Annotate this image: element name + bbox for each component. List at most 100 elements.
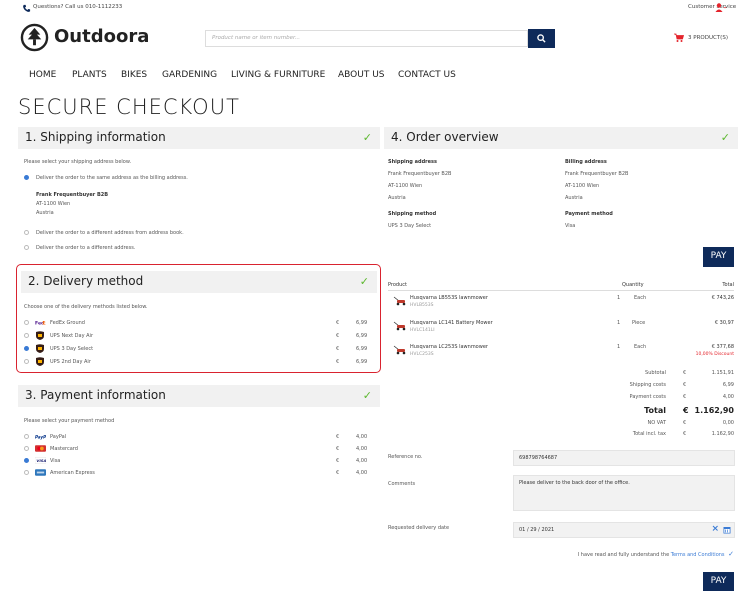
nav-about-us[interactable]: ABOUT US xyxy=(338,70,385,80)
billing-address-line: Frank Frequentbuyer B2B xyxy=(565,171,629,177)
delivery-currency: € xyxy=(336,346,340,352)
delivery-radio[interactable] xyxy=(24,320,29,325)
totals-value: 4,00 xyxy=(722,394,734,400)
search-button[interactable] xyxy=(528,29,555,48)
comments-textarea[interactable]: Please deliver to the back door of the o… xyxy=(513,475,735,511)
product-name[interactable]: Husqvarna LC253S lawnmower xyxy=(410,344,488,350)
delivery-intro: Choose one of the delivery methods liste… xyxy=(24,304,148,310)
payment-radio[interactable] xyxy=(24,446,29,451)
shipping-method-label: Shipping method xyxy=(388,211,437,217)
delivery-panel-header: 2. Delivery method ✓ xyxy=(21,271,377,293)
contact-phone-text[interactable]: Questions? Call us 010-1112233 xyxy=(33,4,122,10)
payment-currency: € xyxy=(336,434,340,440)
date-value: 01 / 29 / 2021 xyxy=(519,527,555,533)
cart-icon[interactable] xyxy=(674,33,684,43)
overview-title: 4. Order overview xyxy=(391,130,499,144)
payment-currency: € xyxy=(336,470,340,476)
ups-icon xyxy=(36,331,44,340)
payment-price: 4,00 xyxy=(356,458,368,464)
payment-method-value: Visa xyxy=(565,223,576,229)
shipping-address-line: Frank Frequentbuyer B2B xyxy=(388,171,452,177)
shipping-panel-header: 1. Shipping information ✓ xyxy=(18,127,380,149)
totals-label: Total incl. tax xyxy=(632,431,666,437)
pay-button-bottom[interactable]: PAY xyxy=(703,572,734,591)
totals-currency: € xyxy=(683,382,687,388)
billing-address-line: Austria xyxy=(565,195,583,201)
delivery-title: 2. Delivery method xyxy=(28,274,144,288)
billing-address-label: Billing address xyxy=(565,159,607,165)
svg-text:PayPal: PayPal xyxy=(35,434,46,439)
shipping-different-radio[interactable] xyxy=(24,245,29,250)
mower-image xyxy=(393,321,406,331)
nav-living-furniture[interactable]: LIVING & FURNITURE xyxy=(231,70,325,80)
product-unit: Each xyxy=(634,344,647,350)
product-name[interactable]: Husqvarna LB553S lawnmower xyxy=(410,295,488,301)
delivery-label: UPS Next Day Air xyxy=(50,333,94,339)
totals-currency: € xyxy=(683,370,687,376)
col-total: Total xyxy=(722,282,734,288)
search-placeholder: Product name or item number... xyxy=(212,35,300,41)
nav-bikes[interactable]: BIKES xyxy=(121,70,147,80)
check-icon: ✓ xyxy=(362,389,372,402)
totals-currency: € xyxy=(683,406,689,415)
delivery-radio[interactable] xyxy=(24,333,29,338)
terms-prefix: I have read and fully understand the xyxy=(577,552,671,558)
product-qty: 1 xyxy=(617,320,621,326)
payment-price: 4,00 xyxy=(356,446,368,452)
nav-home[interactable]: HOME xyxy=(29,70,56,80)
totals-label: NO VAT xyxy=(647,420,666,426)
totals-value: 1.151,91 xyxy=(711,370,734,376)
delivery-date-input[interactable]: 01 / 29 / 2021 × xyxy=(513,522,735,538)
search-input[interactable]: Product name or item number... xyxy=(205,30,528,47)
clear-icon[interactable]: × xyxy=(711,524,719,534)
shipping-same-label[interactable]: Deliver the order to the same address as… xyxy=(36,175,188,181)
delivery-label: UPS 3 Day Select xyxy=(50,346,94,352)
nav-contact-us[interactable]: CONTACT US xyxy=(398,70,456,80)
nav-gardening[interactable]: GARDENING xyxy=(162,70,217,80)
phone-icon xyxy=(23,4,31,12)
shipping-address-line: AT-1100 Wien xyxy=(388,183,423,189)
totals-value: 6,99 xyxy=(722,382,734,388)
shipping-book-label[interactable]: Deliver the order to a different address… xyxy=(36,230,184,236)
shipping-same-radio[interactable] xyxy=(24,175,29,180)
comments-value: Please deliver to the back door of the o… xyxy=(519,480,630,486)
totals-label: Subtotal xyxy=(645,370,666,376)
product-name[interactable]: Husqvarna LC141 Battery Mower xyxy=(410,320,493,326)
shipping-book-radio[interactable] xyxy=(24,230,29,235)
shipping-address-label: Shipping address xyxy=(388,159,437,165)
nav-plants[interactable]: PLANTS xyxy=(72,70,107,80)
payment-radio[interactable] xyxy=(24,470,29,475)
payment-label: Visa xyxy=(50,458,61,464)
reference-input[interactable]: 698798764687 xyxy=(513,450,735,466)
delivery-radio[interactable] xyxy=(24,359,29,364)
user-menu[interactable] xyxy=(715,2,733,14)
table-header: Product Quantity Total xyxy=(388,282,734,291)
brand-name[interactable]: Outdoora xyxy=(54,26,149,47)
product-total: € 30,97 xyxy=(714,320,734,326)
calendar-icon[interactable] xyxy=(723,526,731,534)
payment-radio[interactable] xyxy=(24,434,29,439)
delivery-radio[interactable] xyxy=(24,346,29,351)
payment-method-label: Payment method xyxy=(565,211,613,217)
pay-button-top[interactable]: PAY xyxy=(703,247,734,267)
terms-link[interactable]: Terms and Conditions xyxy=(671,552,725,558)
checkbox-check-icon[interactable]: ✓ xyxy=(728,550,734,558)
terms-row: I have read and fully understand the Ter… xyxy=(578,550,734,558)
product-unit: Piece xyxy=(632,320,646,326)
check-icon: ✓ xyxy=(359,275,369,288)
overview-panel-header: 4. Order overview ✓ xyxy=(384,127,738,149)
product-discount: 10,00% Discount xyxy=(695,352,734,357)
product-sku: HVLC253S xyxy=(410,352,434,357)
logo-icon[interactable] xyxy=(20,23,49,52)
totals-label: Total xyxy=(644,406,666,415)
totals-value: 0,00 xyxy=(722,420,734,426)
amex-icon xyxy=(35,469,46,476)
shipping-different-label[interactable]: Deliver the order to a different address… xyxy=(36,245,135,251)
payment-currency: € xyxy=(336,458,340,464)
payment-label: PayPal xyxy=(50,434,67,440)
shipping-method-value: UPS 3 Day Select xyxy=(388,223,432,229)
payment-radio[interactable] xyxy=(24,458,29,463)
search-icon xyxy=(537,34,546,43)
cart-count-label[interactable]: 3 PRODUCT(S) xyxy=(688,35,728,41)
product-qty: 1 xyxy=(617,344,621,350)
